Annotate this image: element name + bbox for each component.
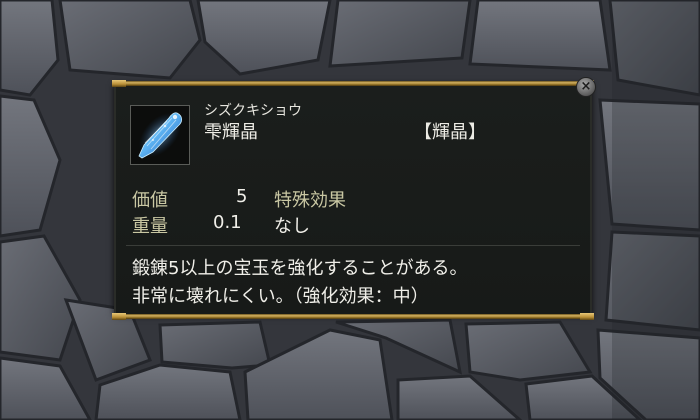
close-icon[interactable]: × bbox=[576, 77, 596, 97]
description-line-2: 非常に壊れにくい。（強化効果：中） bbox=[132, 286, 429, 307]
blue-crystal-icon bbox=[138, 112, 183, 159]
item-tooltip-panel: シズクキショウ 雫輝晶 【輝晶】 価値 5 特殊効果 重量 0.1 なし 鍛錬5… bbox=[112, 80, 594, 320]
item-category: 【輝晶】 bbox=[414, 122, 486, 143]
value-amount: 5 bbox=[236, 186, 248, 207]
section-divider bbox=[126, 245, 580, 246]
tooltip-bottom-trim bbox=[112, 313, 594, 320]
item-reading: シズクキショウ bbox=[204, 103, 302, 119]
value-label: 価値 bbox=[132, 190, 168, 211]
item-icon-frame bbox=[130, 105, 190, 165]
special-effect-label: 特殊効果 bbox=[274, 190, 346, 211]
weight-label: 重量 bbox=[132, 216, 168, 237]
description-line-1: 鍛錬5以上の宝玉を強化することがある。 bbox=[132, 258, 468, 279]
item-name: 雫輝晶 bbox=[204, 122, 258, 143]
special-effect-value: なし bbox=[274, 216, 310, 237]
weight-amount: 0.1 bbox=[213, 212, 242, 233]
tooltip-top-trim bbox=[112, 80, 594, 87]
